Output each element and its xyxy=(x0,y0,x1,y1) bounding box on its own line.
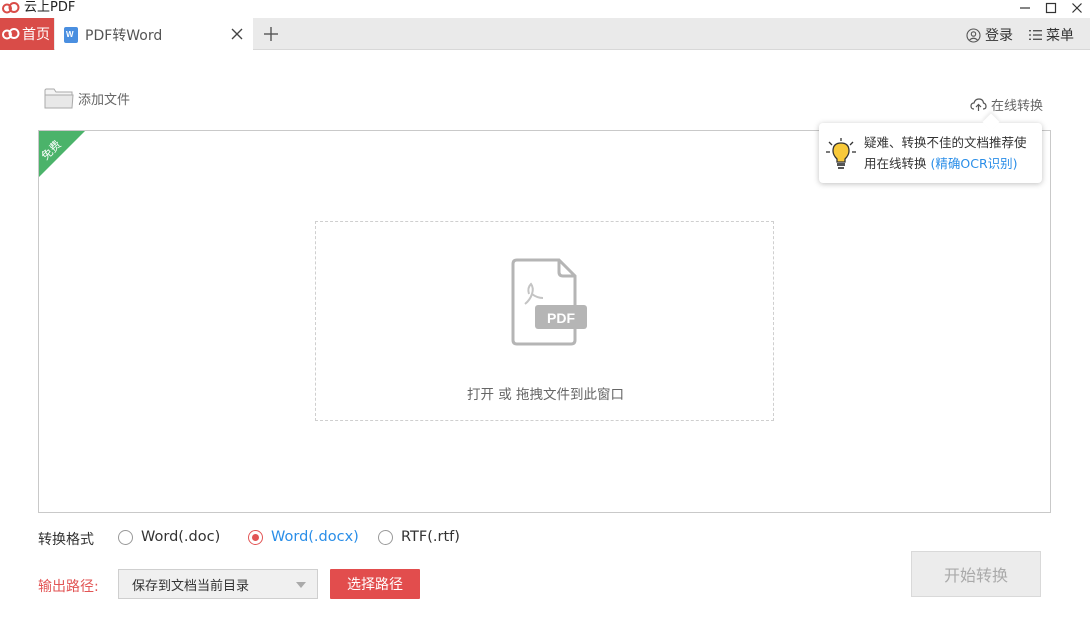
add-file-button[interactable]: 添加文件 xyxy=(44,86,130,110)
cloud-icon xyxy=(2,28,20,40)
format-option-doc-label: Word(.doc) xyxy=(141,529,221,545)
pdf-icon-label: PDF xyxy=(547,310,575,326)
tooltip-line-2-text: 用在线转换 xyxy=(864,156,927,171)
output-path-label: 输出路径: xyxy=(38,579,99,595)
tab-pdf-to-word-label: PDF转Word xyxy=(85,27,163,44)
format-option-docx-label: Word(.docx) xyxy=(271,529,359,545)
format-option-rtf-label: RTF(.rtf) xyxy=(401,529,460,545)
tooltip-text: 疑难、转换不佳的文档推荐使 用在线转换 (精确OCR识别) xyxy=(864,132,1039,174)
maximize-button[interactable] xyxy=(1040,0,1062,16)
format-label: 转换格式 xyxy=(38,532,94,548)
add-tab-icon[interactable] xyxy=(262,25,280,43)
login-button[interactable]: 登录 xyxy=(966,25,1013,45)
ocr-link[interactable]: (精确OCR识别) xyxy=(931,156,1018,171)
minimize-button[interactable] xyxy=(1014,0,1036,16)
tab-pdf-to-word[interactable]: PDF转Word xyxy=(55,18,253,51)
tooltip-line-2: 用在线转换 (精确OCR识别) xyxy=(864,153,1039,174)
file-drop-panel[interactable]: 免费 PDF 打开 或 拖拽文件到此窗口 xyxy=(38,130,1051,513)
login-label: 登录 xyxy=(985,28,1013,44)
cloud-sync-icon xyxy=(970,98,987,111)
tab-bar: 首页 PDF转Word 登录 菜单 xyxy=(0,18,1090,51)
title-bar: 云上PDF xyxy=(0,0,1090,18)
menu-button[interactable]: 菜单 xyxy=(1029,25,1074,45)
format-option-rtf[interactable]: RTF(.rtf) xyxy=(378,529,460,545)
maximize-icon xyxy=(1045,2,1057,14)
free-ribbon: 免费 xyxy=(39,131,88,180)
tooltip-line-1: 疑难、转换不佳的文档推荐使 xyxy=(864,135,1027,150)
pdf-file-icon xyxy=(511,258,587,346)
radio-docx[interactable] xyxy=(248,529,263,545)
online-convert-label: 在线转换 xyxy=(991,99,1044,114)
list-menu-icon xyxy=(1029,30,1042,40)
online-convert-button[interactable]: 在线转换 xyxy=(970,95,1043,114)
word-file-icon xyxy=(64,26,78,43)
user-icon xyxy=(966,27,981,43)
drop-zone[interactable]: PDF 打开 或 拖拽文件到此窗口 xyxy=(315,221,774,421)
output-path-value: 保存到文档当前目录 xyxy=(132,578,250,594)
cloud-logo-icon xyxy=(2,2,20,14)
choose-path-button[interactable]: 选择路径 xyxy=(330,569,420,599)
tab-home-label: 首页 xyxy=(22,27,50,43)
add-file-label: 添加文件 xyxy=(78,92,131,108)
start-convert-button[interactable]: 开始转换 xyxy=(911,551,1041,597)
format-option-docx[interactable]: Word(.docx) xyxy=(248,529,359,545)
drop-hint: 打开 或 拖拽文件到此窗口 xyxy=(466,387,625,403)
radio-rtf[interactable] xyxy=(378,529,393,545)
dropdown-arrow-icon xyxy=(296,582,306,588)
tab-close-icon[interactable] xyxy=(229,26,245,42)
app-title: 云上PDF xyxy=(24,0,76,15)
close-icon xyxy=(1072,3,1082,13)
online-convert-tooltip: 疑难、转换不佳的文档推荐使 用在线转换 (精确OCR识别) xyxy=(819,123,1042,183)
tab-home[interactable]: 首页 xyxy=(0,18,54,50)
radio-doc[interactable] xyxy=(118,529,133,545)
output-path-select[interactable]: 保存到文档当前目录 xyxy=(118,569,318,599)
close-window-button[interactable] xyxy=(1066,0,1088,16)
lightbulb-icon xyxy=(826,138,856,169)
menu-label: 菜单 xyxy=(1046,28,1074,44)
format-option-doc[interactable]: Word(.doc) xyxy=(118,529,220,545)
folder-icon xyxy=(44,88,74,109)
minimize-icon xyxy=(1020,7,1030,9)
